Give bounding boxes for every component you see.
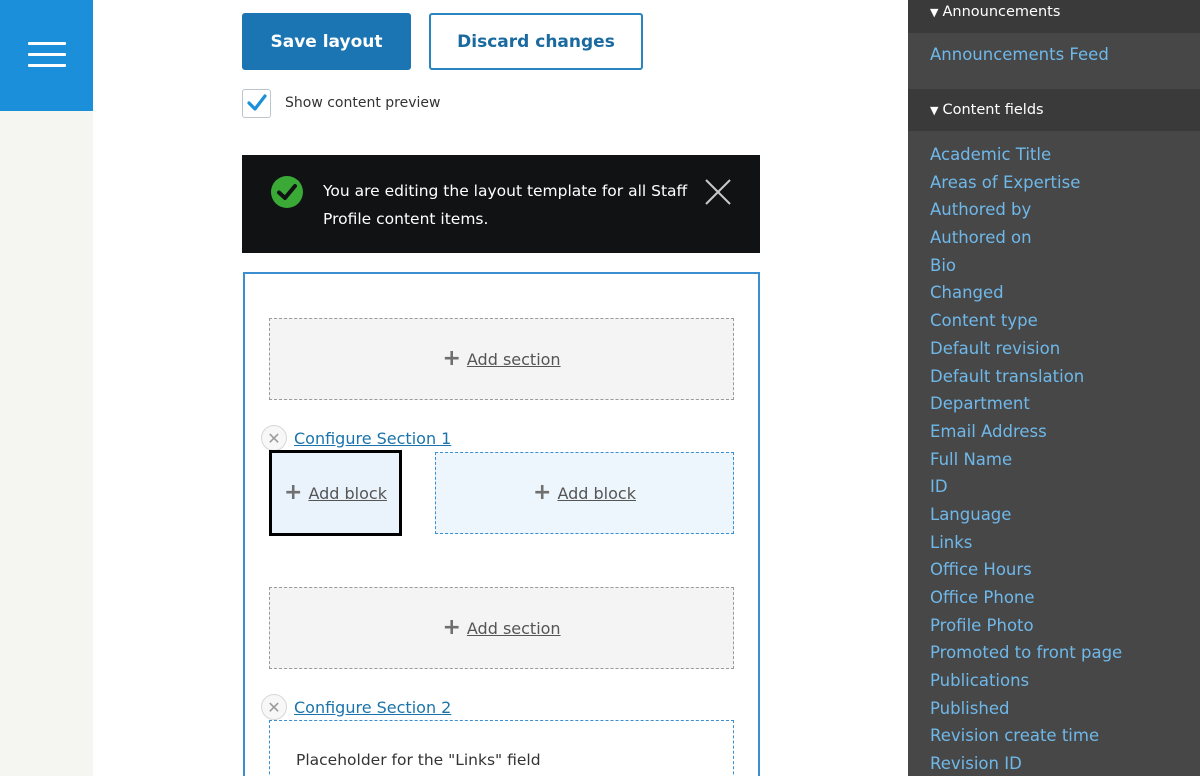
field-link[interactable]: Academic Title xyxy=(930,141,1122,169)
field-link[interactable]: Publications xyxy=(930,667,1122,695)
field-link[interactable]: Links xyxy=(930,529,1122,557)
show-content-preview-row: Show content preview xyxy=(242,88,440,118)
remove-section-icon[interactable]: ✕ xyxy=(261,425,287,451)
field-link[interactable]: Authored by xyxy=(930,196,1122,224)
triangle-down-icon: ▼ xyxy=(930,103,939,117)
announcements-heading: Announcements xyxy=(942,4,1061,20)
configure-section-2-link[interactable]: Configure Section 2 xyxy=(294,698,451,717)
plus-icon: + xyxy=(533,480,552,505)
layout-builder-region: + Add section ✕ Configure Section 1 + Ad… xyxy=(243,272,760,776)
configure-section-1-link[interactable]: Configure Section 1 xyxy=(294,429,451,448)
left-gutter xyxy=(0,0,93,776)
field-link[interactable]: Changed xyxy=(930,279,1122,307)
hamburger-icon[interactable] xyxy=(0,0,93,111)
content-fields-heading: Content fields xyxy=(942,102,1044,118)
field-link[interactable]: Areas of Expertise xyxy=(930,169,1122,197)
discard-changes-button[interactable]: Discard changes xyxy=(429,13,643,70)
section-1-header: ✕ Configure Section 1 xyxy=(261,424,451,452)
add-block-button[interactable]: + Add block xyxy=(269,450,402,536)
field-link[interactable]: Profile Photo xyxy=(930,612,1122,640)
links-field-placeholder-block[interactable]: Placeholder for the "Links" field xyxy=(269,720,734,776)
field-link[interactable]: Email Address xyxy=(930,418,1122,446)
field-link[interactable]: Content type xyxy=(930,307,1122,335)
add-section-label: Add section xyxy=(466,349,561,369)
close-icon[interactable] xyxy=(703,177,733,207)
field-link[interactable]: Full Name xyxy=(930,446,1122,474)
plus-icon: + xyxy=(284,480,303,505)
content-fields-category-toggle[interactable]: ▼ Content fields xyxy=(908,89,1200,131)
field-link[interactable]: Published xyxy=(930,695,1122,723)
section-2-header: ✕ Configure Section 2 xyxy=(261,693,451,721)
add-section-label: Add section xyxy=(466,618,561,638)
add-block-label: Add block xyxy=(557,483,636,503)
plus-icon: + xyxy=(442,615,461,640)
add-block-button[interactable]: + Add block xyxy=(435,452,734,534)
field-link[interactable]: Office Phone xyxy=(930,584,1122,612)
save-layout-button[interactable]: Save layout xyxy=(242,13,411,70)
status-message-text: You are editing the layout template for … xyxy=(323,182,688,228)
add-section-button[interactable]: + Add section xyxy=(269,587,734,669)
layout-builder-page: Save layout Discard changes Show content… xyxy=(0,0,1200,776)
field-link[interactable]: Authored on xyxy=(930,224,1122,252)
status-message: You are editing the layout template for … xyxy=(242,155,760,253)
field-link[interactable]: Revision ID xyxy=(930,750,1122,776)
field-link[interactable]: Office Hours xyxy=(930,556,1122,584)
field-link[interactable]: Language xyxy=(930,501,1122,529)
add-section-button[interactable]: + Add section xyxy=(269,318,734,400)
content-fields-list: Academic Title Areas of Expertise Author… xyxy=(930,141,1122,776)
remove-section-icon[interactable]: ✕ xyxy=(261,694,287,720)
add-block-label: Add block xyxy=(308,483,387,503)
placeholder-text: Placeholder for the "Links" field xyxy=(296,751,541,769)
block-chooser-sidebar: ▼ Announcements Announcements Feed ▼ Con… xyxy=(908,0,1200,776)
show-content-preview-label: Show content preview xyxy=(285,95,441,111)
field-link[interactable]: Bio xyxy=(930,252,1122,280)
checkmark-icon xyxy=(246,94,267,111)
announcements-feed-link[interactable]: Announcements Feed xyxy=(930,45,1109,64)
field-link[interactable]: Revision create time xyxy=(930,722,1122,750)
field-link[interactable]: ID xyxy=(930,473,1122,501)
field-link[interactable]: Department xyxy=(930,390,1122,418)
field-link[interactable]: Promoted to front page xyxy=(930,639,1122,667)
plus-icon: + xyxy=(442,346,461,371)
check-circle-icon xyxy=(271,176,303,208)
announcements-category-toggle[interactable]: ▼ Announcements xyxy=(908,0,1200,33)
show-content-preview-checkbox[interactable] xyxy=(242,88,271,118)
field-link[interactable]: Default translation xyxy=(930,363,1122,391)
triangle-down-icon: ▼ xyxy=(930,5,939,19)
field-link[interactable]: Default revision xyxy=(930,335,1122,363)
